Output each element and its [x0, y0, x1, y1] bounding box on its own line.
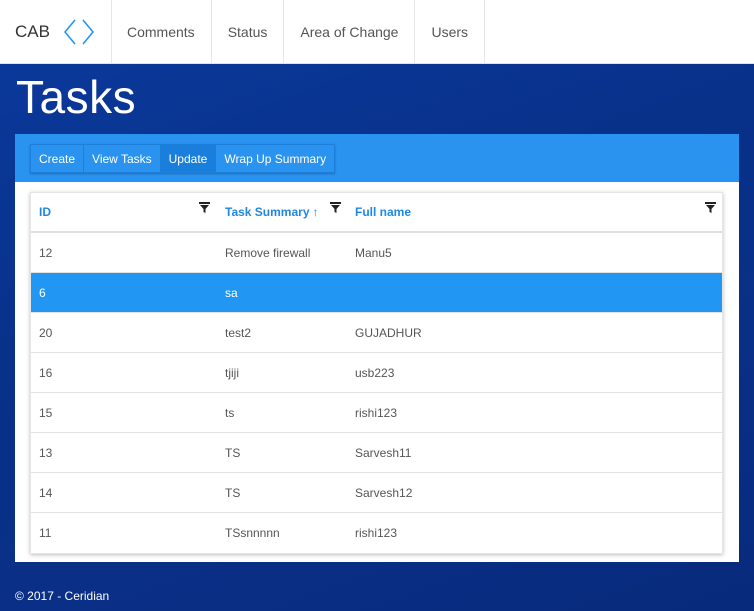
- cell-task-summary: TSsnnnnn: [225, 526, 280, 540]
- cell-full-name: Sarvesh11: [355, 445, 412, 460]
- footer-copyright: © 2017 - Ceridian: [15, 589, 110, 603]
- cell-full-name: rishi123: [355, 405, 398, 420]
- cell-id: 20: [39, 325, 53, 340]
- table-row-selected[interactable]: 6 sa: [31, 273, 722, 313]
- create-button[interactable]: Create: [31, 145, 85, 172]
- top-navbar: CAB Comments Status Area of Change Users: [0, 0, 754, 64]
- cell-task-summary: TS: [225, 445, 241, 460]
- cell-task-summary: TS: [225, 485, 241, 500]
- column-label-full-name: Full name: [355, 205, 412, 219]
- table-row[interactable]: 13 TS Sarvesh11: [31, 433, 722, 473]
- column-header-id[interactable]: ID: [31, 192, 217, 232]
- cell-id: 15: [39, 405, 53, 420]
- diamond-chevrons-icon: [63, 18, 94, 45]
- cell-task-summary: ts: [225, 405, 235, 420]
- wrap-up-summary-button[interactable]: Wrap Up Summary: [216, 145, 335, 172]
- brand[interactable]: CAB: [0, 0, 112, 63]
- table-row[interactable]: 15 ts rishi123: [31, 393, 722, 433]
- nav-item-status[interactable]: Status: [212, 0, 285, 63]
- cell-task-summary: test2: [225, 325, 252, 340]
- cell-task-summary: sa: [225, 285, 238, 300]
- table-row[interactable]: 11 TSsnnnnn rishi123: [31, 513, 722, 553]
- sort-asc-icon: ↑: [312, 205, 319, 219]
- cell-id: 12: [39, 245, 53, 260]
- filter-icon[interactable]: [330, 202, 341, 217]
- table-row[interactable]: 16 tjiji usb223: [31, 353, 722, 393]
- cell-full-name: GUJADHUR: [355, 325, 422, 340]
- filter-icon[interactable]: [199, 202, 210, 217]
- column-label-task-summary: Task Summary: [225, 205, 310, 219]
- cell-id: 13: [39, 445, 53, 460]
- filter-icon[interactable]: [705, 202, 716, 217]
- column-header-task-summary[interactable]: Task Summary ↑: [217, 192, 347, 232]
- toolbar: Create View Tasks Update Wrap Up Summary: [15, 134, 739, 182]
- cell-full-name: usb223: [355, 365, 395, 380]
- cell-full-name: Sarvesh12: [355, 485, 413, 500]
- brand-name: CAB: [15, 21, 50, 41]
- page-title: Tasks: [16, 71, 137, 123]
- table-row[interactable]: 14 TS Sarvesh12: [31, 473, 722, 513]
- update-button[interactable]: Update: [160, 145, 217, 172]
- cell-task-summary: tjiji: [225, 365, 239, 380]
- table-row[interactable]: 20 test2 GUJADHUR: [31, 313, 722, 353]
- cell-full-name: Manu5: [355, 245, 392, 260]
- tasks-grid: ID Task Summary ↑ Full name 12 Remove fi…: [30, 192, 723, 554]
- column-header-full-name[interactable]: Full name: [347, 192, 722, 232]
- table-row[interactable]: 12 Remove firewall Manu5: [31, 233, 722, 273]
- nav-item-comments[interactable]: Comments: [112, 0, 212, 63]
- cell-id: 11: [39, 526, 52, 540]
- cell-full-name: rishi123: [355, 526, 398, 540]
- nav-item-area-of-change[interactable]: Area of Change: [284, 0, 416, 63]
- nav-item-users[interactable]: Users: [415, 0, 486, 63]
- cell-id: 6: [39, 285, 46, 300]
- grid-header: ID Task Summary ↑ Full name: [31, 193, 722, 233]
- column-label-id: ID: [39, 205, 51, 219]
- cell-id: 14: [39, 485, 53, 500]
- cell-task-summary: Remove firewall: [225, 245, 311, 260]
- view-tasks-button[interactable]: View Tasks: [84, 145, 161, 172]
- cell-id: 16: [39, 365, 53, 380]
- action-button-group: Create View Tasks Update Wrap Up Summary: [30, 144, 336, 173]
- cell-full-name: [347, 273, 722, 313]
- tasks-panel: Create View Tasks Update Wrap Up Summary…: [15, 134, 739, 562]
